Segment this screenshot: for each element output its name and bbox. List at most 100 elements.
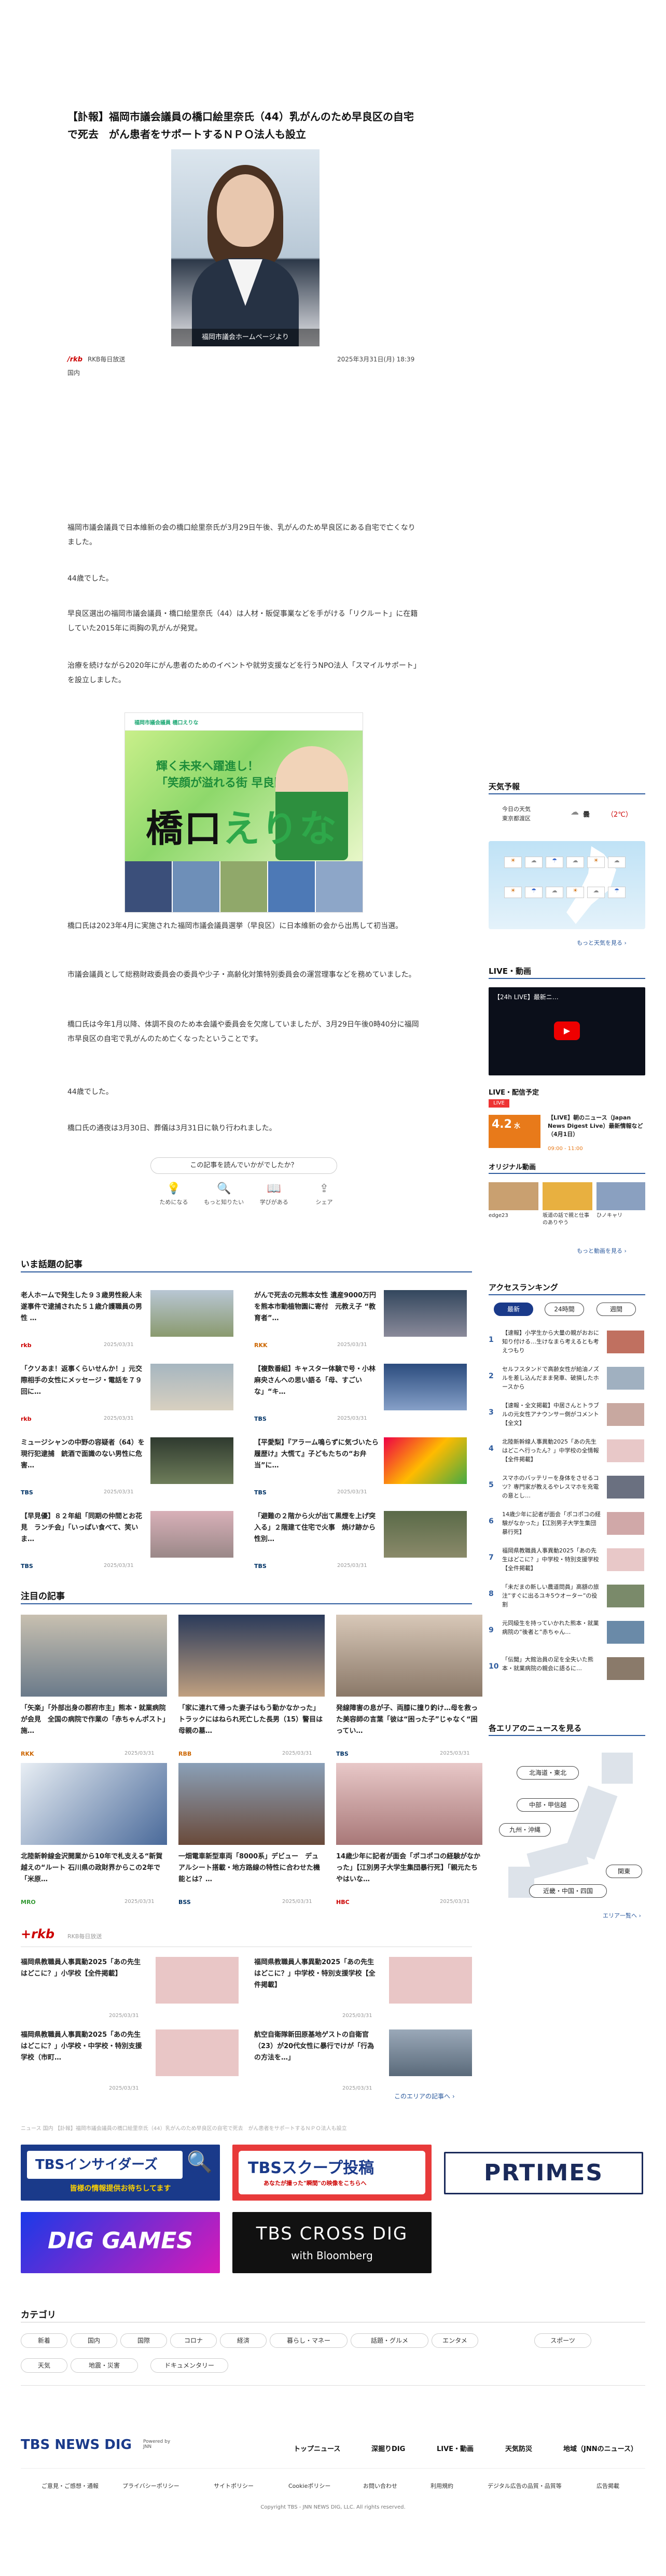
feedback-learn-button[interactable]: 📖 学びがある bbox=[251, 1180, 297, 1216]
ranking-title: アクセスランキング bbox=[489, 1283, 558, 1292]
prtimes-banner[interactable]: PRTIMES bbox=[444, 2152, 643, 2194]
rkb-more-link[interactable]: このエリアの記事へ › bbox=[394, 2092, 455, 2101]
ranking-item[interactable]: 9 元同級生を持っていかれた熊本・就業病院の”後者と”赤ちゃん… bbox=[489, 1619, 645, 1655]
ranking-item[interactable]: 2 セルフスタンドで高齢女性が給油ノズルを差し込んだまま発車、破損したホースから bbox=[489, 1365, 645, 1401]
weather-more-link[interactable]: もっと天気を見る › bbox=[577, 939, 627, 947]
category-topic-gourmet[interactable]: 話題・グルメ bbox=[351, 2333, 428, 2348]
trending-item[interactable]: 【複数番組】キャスター体験で号・小林麻央さんへの思い語る「母、すごいな」“キ… T… bbox=[254, 1364, 477, 1426]
featured-card[interactable]: 発線障害の息が子、両膝に撞り釣け…母を救った美容師の言葉「彼は“困った子”じゃな… bbox=[336, 1615, 482, 1770]
footer-nav-local[interactable]: 地域（JNNのニュース） bbox=[563, 2443, 637, 2453]
source-name[interactable]: RKB毎日放送 bbox=[88, 356, 125, 363]
area-kanto[interactable]: 関東 bbox=[606, 1865, 642, 1878]
category-international[interactable]: 国際 bbox=[120, 2333, 167, 2348]
category-sports[interactable]: スポーツ bbox=[534, 2333, 591, 2348]
footer-link[interactable]: お問い合わせ bbox=[363, 2482, 397, 2490]
paragraph: 市議会議員として総務財政委員会の委員や少子・高齢化対策特別委員会の運営理事などを… bbox=[67, 971, 416, 979]
search-icon: 🔍 bbox=[216, 1182, 231, 1195]
ranking-tab-24h[interactable]: 24時間 bbox=[545, 1303, 584, 1316]
paragraph: 治療を続けながら2020年にがん患者のためのイベントや就労支援などを行うNPO法… bbox=[67, 662, 417, 684]
paragraph: 橋口氏は今年1月以降、体調不良のため本会議や委員会を欠席していましたが、3月29… bbox=[67, 1020, 419, 1043]
category-documentary[interactable]: ドキュメンタリー bbox=[150, 2358, 228, 2373]
featured-card[interactable]: 「家に連れて帰った妻子はもう動かなかった」トラックにはねられ死亡した長男（15）… bbox=[178, 1615, 325, 1770]
ranking-tab-latest[interactable]: 最新 bbox=[494, 1303, 533, 1316]
category-disaster[interactable]: 地震・災害 bbox=[71, 2358, 138, 2373]
category-weather[interactable]: 天気 bbox=[21, 2358, 67, 2373]
article-tag[interactable]: 国内 bbox=[67, 368, 80, 377]
footer-link[interactable]: プライバシーポリシー bbox=[122, 2482, 179, 2490]
original-video-thumb[interactable] bbox=[489, 1182, 538, 1210]
ranking-item[interactable]: 1 【速報】小学生から大量の親がおおに知り付ける…生けなまら考えるとも考えつもり bbox=[489, 1328, 645, 1365]
trending-item[interactable]: 「クソあま！返事くらいせんか！」元交際相手の女性にメッセージ・電話を７９回に… r… bbox=[21, 1364, 244, 1426]
weather-temp: （2℃） bbox=[607, 811, 632, 819]
rkb-label: RKB毎日放送 bbox=[67, 1933, 102, 1940]
trending-item[interactable]: 【早見優】８２年組「同期の仲間とお花見 ランチ会」「いっぱい食べて、笑いま… TB… bbox=[21, 1511, 244, 1573]
live-video-player[interactable]: 【24h LIVE】最新ニ… ▶ bbox=[489, 987, 645, 1075]
banner-header-name: 福岡市議会議員 橋口えりな bbox=[134, 720, 199, 726]
ranking-item[interactable]: 10 「伝聞」大館治員の足を全失いた熊本・就業病院の親会に語るに… bbox=[489, 1655, 645, 1691]
area-kinki-chugoku-shikoku[interactable]: 近畿・中国・四国 bbox=[529, 1884, 607, 1898]
insiders-banner[interactable]: TBSインサイダーズ 🔍 皆様の情報提供お待ちしてます bbox=[21, 2145, 220, 2201]
ranking-item[interactable]: 7 福岡県教職員人事異動2025「あの先生はどこに？」中学校・特別支援学校【全件掲… bbox=[489, 1546, 645, 1583]
category-life-money[interactable]: 暮らし・マネー bbox=[270, 2333, 348, 2348]
area-kyushu[interactable]: 九州・沖縄 bbox=[499, 1823, 551, 1837]
paragraph: 福岡市議会議員で日本維新の会の橋口絵里奈氏が3月29日午後、乳がんのため早良区に… bbox=[67, 524, 415, 547]
ranking-item[interactable]: 4 北陸新幹線人事異動2025「あの先生はどこへ行ったん？」中学校の全情報【全件掲… bbox=[489, 1437, 645, 1474]
footer-link[interactable]: デジタル広告の品質・品質等 bbox=[488, 2482, 562, 2490]
footer-link[interactable]: ご意見・ご感想・通報 bbox=[41, 2482, 99, 2490]
ranking-tab-week[interactable]: 週間 bbox=[596, 1303, 636, 1316]
featured-card[interactable]: 一畑電車新型車両「8000系」デビュー デュアルシート搭載・地方路線の特性に合わ… bbox=[178, 1763, 325, 1919]
footer-nav-top[interactable]: トップニュース bbox=[294, 2443, 340, 2453]
rkb-item[interactable]: 福岡県教職員人事異動2025「あの先生はどこに？」小学校【全件掲載】 2025/0… bbox=[21, 1957, 244, 2024]
hero-caption: 福岡市議会ホームページより bbox=[171, 329, 320, 346]
video-more-link[interactable]: もっと動画を見る › bbox=[577, 1247, 627, 1255]
scoop-banner[interactable]: TBSスクープ投稿 あなたが撮った"瞬間"の映像をこちらへ bbox=[232, 2145, 432, 2201]
category-corona[interactable]: コロナ bbox=[170, 2333, 217, 2348]
dig-games-banner[interactable]: DIG GAMES bbox=[21, 2212, 220, 2273]
footer-logo[interactable]: TBS NEWS DIG bbox=[21, 2437, 132, 2453]
banner-name: 橋口えりな bbox=[146, 806, 338, 850]
category-economy[interactable]: 経済 bbox=[220, 2333, 267, 2348]
weather-status: 曇 bbox=[583, 811, 590, 819]
rkb-item[interactable]: 福岡県教職員人事異動2025「あの先生はどこに？」小学校・中学校・特別支援学校（… bbox=[21, 2029, 244, 2097]
category-domestic[interactable]: 国内 bbox=[71, 2333, 117, 2348]
footer-nav-live[interactable]: LIVE・動画 bbox=[437, 2443, 474, 2453]
feedback-useful-button[interactable]: 💡 ためになる bbox=[150, 1180, 197, 1216]
trending-item[interactable]: がんで死去の元熊本女性 遺産9000万円を熊本市動植物園に寄付 元教え子 “教育… bbox=[254, 1290, 477, 1352]
ranking-item[interactable]: 8 「未だまの新しい農道問員」高額の旅注”すぐに出るユキ5ウオーター”の役割 bbox=[489, 1583, 645, 1619]
footer-link[interactable]: 利用規約 bbox=[431, 2482, 453, 2490]
area-hokkaido-tohoku[interactable]: 北海道・東北 bbox=[517, 1766, 579, 1780]
footer-nav-weather[interactable]: 天気防災 bbox=[505, 2443, 532, 2453]
category-new[interactable]: 新着 bbox=[21, 2333, 67, 2348]
ranking-item[interactable]: 3 【速報・全文掲載】中居さんとトラブルの元女性アナウンサー側がコメント【全文】 bbox=[489, 1401, 645, 1437]
original-video-thumb[interactable] bbox=[543, 1182, 592, 1210]
original-video-thumb[interactable] bbox=[596, 1182, 645, 1210]
trending-item[interactable]: 【平愛梨】『アラーム鳴らずに気づいたら履歴け』大慌て』子どもたちの“お弁当”に…… bbox=[254, 1437, 477, 1500]
rkb-item[interactable]: 航空自衛隊新田原基地ゲストの自衛官（23）が20代女性に暴行でけが「行為の方法を… bbox=[254, 2029, 477, 2097]
trending-item[interactable]: 老人ホームで発生した９３歳男性殺人未遂事件で逮捕された５１歳介護職員の男性 … r… bbox=[21, 1290, 244, 1352]
lightbulb-icon: 💡 bbox=[166, 1182, 181, 1195]
live-date[interactable]: 4.2 水 bbox=[489, 1115, 540, 1148]
ranking-item[interactable]: 5 スマホのバッテリーを身体をさせるコツ？専門家が教えるやレスマホを充電の意とし… bbox=[489, 1474, 645, 1510]
featured-card[interactable]: 「矢楽」「外部出身の郡府市主」熊本・就業病院が会見 全国の病院で作業の「赤ちゃん… bbox=[21, 1615, 167, 1770]
featured-card[interactable]: 北陸新幹線金沢開業から10年で札支える“新賀越えの“ルート 石川県の政財界からこ… bbox=[21, 1763, 167, 1919]
area-chubu[interactable]: 中部・甲信越 bbox=[517, 1798, 579, 1812]
live-schedule-text[interactable]: 【LIVE】朝のニュース（Japan News Digest Live）最新情報… bbox=[548, 1114, 645, 1139]
footer-link[interactable]: 広告掲載 bbox=[596, 2482, 619, 2490]
share-button[interactable]: ⇪ シェア bbox=[301, 1180, 348, 1216]
weather-map[interactable]: ☀ ☁ ☂ ☁ ☀ ☁ ☀ ☂ ☁ ☀ ☁ ☂ bbox=[489, 841, 645, 929]
footer-link[interactable]: サイトポリシー bbox=[214, 2482, 254, 2490]
trending-item[interactable]: ミュージシャンの中野の容疑者（64）を現行犯逮捕 銃酒で面識のない男性に危害… T… bbox=[21, 1437, 244, 1500]
live-title: LIVE・動画 bbox=[489, 967, 531, 976]
area-more-link[interactable]: エリア一覧へ › bbox=[603, 1911, 641, 1920]
campaign-banner: 福岡市議会議員 橋口えりな 輝く未来へ躍進し！ 「笑顔が溢れる街 早良区」へ 橋口… bbox=[124, 712, 363, 913]
trending-item[interactable]: 「避難の２階から火が出て黒煙を上げ突入る」２階建て住宅で火事 焼け跡から性別… T… bbox=[254, 1511, 477, 1573]
cross-dig-banner[interactable]: TBS CROSS DIG with Bloomberg bbox=[232, 2212, 432, 2273]
feedback-more-button[interactable]: 🔍 もっと知りたい bbox=[201, 1180, 247, 1216]
footer-link[interactable]: Cookieポリシー bbox=[288, 2482, 330, 2490]
paragraph: 橋口氏は2023年4月に実施された福岡市議会議員選挙（早良区）に日本維新の会から… bbox=[67, 922, 403, 930]
rkb-item[interactable]: 福岡県教職員人事異動2025「あの先生はどこに？」中学校・特別支援学校【全件掲載… bbox=[254, 1957, 477, 2024]
ranking-item[interactable]: 6 14歳少年に記者が面会「ポコポコの経験がなかった」【江別男子大学生集団暴行死】 bbox=[489, 1510, 645, 1546]
featured-card[interactable]: 14歳少年に記者が面会「ポコポコの経験がなかった」【江別男子大学生集団暴行死】「… bbox=[336, 1763, 482, 1919]
footer-nav-dig[interactable]: 深掘りDIG bbox=[371, 2443, 405, 2453]
category-entertainment[interactable]: エンタメ bbox=[432, 2333, 478, 2348]
